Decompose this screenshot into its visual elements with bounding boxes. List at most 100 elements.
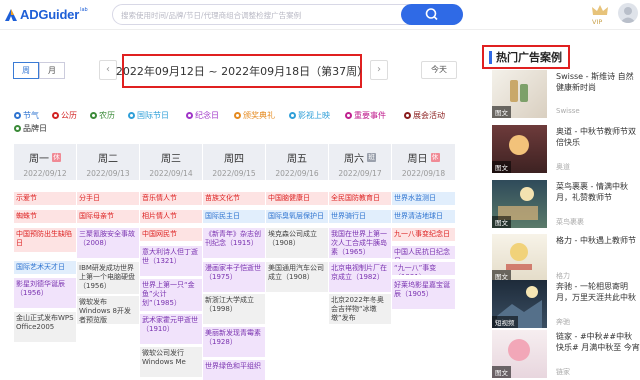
workday-badge: 班 [367,153,376,162]
event-item[interactable]: 中国脑健康日 [266,192,328,205]
case-title[interactable]: 格力 - 中秋遇上教师节 [556,235,640,246]
logo[interactable]: ADGuider lab [4,7,88,22]
event-item[interactable]: 三聚氰胺安全事故（2008） [77,228,139,258]
search-box[interactable]: 搜索使用时间/品牌/节日/代理商组合调整检搜广告案例 [112,4,463,25]
case-title[interactable]: 链家 - #中秋##中秋快乐# 月满中秋至 今宵 [556,331,640,353]
day-header[interactable]: 周五 2022/09/16 [266,144,328,180]
search-input[interactable]: 搜索使用时间/品牌/节日/代理商组合调整检搜广告案例 [121,10,301,21]
day-date: 2022/09/17 [338,169,382,178]
day-date: 2022/09/13 [86,169,130,178]
legend-dot-icon [234,112,241,119]
case-card[interactable]: 图文 格力 - 中秋遇上教师节 格力 [492,234,640,282]
event-item[interactable]: “九一八”事变（1931） [392,262,455,275]
event-item[interactable]: 漫画家丰子恺逝世（1975） [203,262,265,292]
legend-item[interactable]: 公历 [52,110,77,121]
event-item[interactable]: 新浙江大学成立（1998） [203,294,265,324]
day-header[interactable]: 周三 2022/09/14 [140,144,202,180]
event-item[interactable]: 世界骑行日 [329,210,391,223]
sidebar-title: 热门广告案例 [489,50,562,64]
vip-badge[interactable]: VIP [590,2,610,28]
day-date: 2022/09/12 [23,169,67,178]
today-button[interactable]: 今天 [421,61,457,79]
case-card[interactable]: 图文 菜鸟裹裹 - 情满中秋月，礼赞教师节 菜鸟裹裹 [492,180,640,228]
event-item[interactable]: 中国网民节 [140,228,202,241]
event-item[interactable]: 全民国防教育日 [329,192,391,205]
event-item[interactable]: 世界上第一只“金鱼”火计划”（1985） [140,279,202,311]
legend-label: 纪念日 [195,111,219,120]
week-view-button[interactable]: 周 [13,62,39,79]
event-item[interactable]: 国际民主日 [203,210,265,223]
event-item[interactable]: 九一八事变纪念日 [392,228,455,241]
event-item[interactable]: 微软公司发行Windows Me [140,347,202,377]
avatar[interactable] [618,3,638,23]
legend-item[interactable]: 节气 [14,110,39,121]
case-card[interactable]: 图文 链家 - #中秋##中秋快乐# 月满中秋至 今宵 链家 [492,330,640,378]
event-item[interactable]: 美丽新发现青霉素（1928） [203,327,265,357]
day-header[interactable]: 周六班 2022/09/17 [329,144,391,180]
event-item[interactable]: 北京电视制片厂在京成立（1982） [329,262,391,292]
case-title[interactable]: 奥道 - 中秋节教师节双倍快乐 [556,126,640,148]
event-item[interactable]: 金山正式发布WPS Office2005 [14,312,76,342]
event-item[interactable]: 分手日 [77,192,139,205]
legend-label: 颁奖典礼 [243,111,275,120]
user-icon [620,7,636,23]
legend-label: 影视上映 [298,111,330,120]
event-item[interactable]: 世界水监测日 [392,192,455,205]
legend-item[interactable]: 展会活动 [404,110,445,121]
prev-week-button[interactable]: ‹ [99,60,117,80]
legend-label: 展会活动 [413,111,445,120]
day-header[interactable]: 周四 2022/09/15 [203,144,265,180]
event-item[interactable]: 相片情人节 [140,210,202,223]
event-item[interactable]: 微软发布Windows 8开发者预览版 [77,296,139,324]
event-item[interactable]: 影星刘德华诞辰（1956） [14,278,76,308]
case-card[interactable]: 图文 Swisse - 斯维诗 自然健康新时尚 Swisse [492,70,640,118]
event-item[interactable]: IBM研发成功世界上第一个电脑硬盘（1956） [77,262,139,294]
month-view-button[interactable]: 月 [39,62,65,79]
event-item[interactable]: 苗族文化节 [203,192,265,205]
case-title[interactable]: 奔驰 - 一轮相思寄明月，万里天涯共此中秋 [556,281,640,303]
event-item[interactable]: 国际母亲节 [77,210,139,223]
event-item[interactable]: 国际艺术天才日 [14,261,76,274]
event-item[interactable]: 意大利诗人但丁逝世（1321） [140,246,202,276]
legend-item[interactable]: 品牌日 [14,123,47,134]
legend-dot-icon [345,112,352,119]
event-item[interactable]: 中国预防出生缺陷日 [14,228,76,252]
case-title[interactable]: 菜鸟裹裹 - 情满中秋月，礼赞教师节 [556,181,640,203]
day-header[interactable]: 周日休 2022/09/18 [392,144,455,180]
case-card[interactable]: 图文 奥道 - 中秋节教师节双倍快乐 奥道 [492,125,640,173]
event-item[interactable]: 国际臭氧层保护日 [266,210,328,223]
legend-item[interactable]: 影视上映 [289,110,330,121]
event-item[interactable]: 示爱节 [14,192,76,205]
legend-label: 重要事件 [354,111,386,120]
legend-item[interactable]: 国际节日 [128,110,169,121]
legend-label: 公历 [61,111,77,120]
case-title[interactable]: Swisse - 斯维诗 自然健康新时尚 [556,71,640,93]
day-name: 周日 [407,154,428,165]
event-item[interactable]: 蜘蛛节 [14,210,76,223]
holiday-badge: 休 [52,153,61,162]
legend-item[interactable]: 颁奖典礼 [234,110,275,121]
day-header[interactable]: 周二 2022/09/13 [77,144,139,180]
legend-item[interactable]: 重要事件 [345,110,386,121]
event-item[interactable]: 中国人民抗日纪念日 [392,246,455,259]
event-item[interactable]: 世界清洁地球日 [392,210,455,223]
event-item[interactable]: 武术家霍元甲逝世（1910） [140,314,202,344]
next-week-button[interactable]: › [370,60,388,80]
case-thumbnail: 图文 [492,180,547,228]
case-card[interactable]: 短视频 奔驰 - 一轮相思寄明月，万里天涯共此中秋 奔驰 [492,280,640,328]
day-header[interactable]: 周一休 2022/09/12 [14,144,76,180]
event-item[interactable]: 北京2022年冬奥会吉祥物“冰墩墩”发布 [329,294,391,324]
legend-dot-icon [128,112,135,119]
legend-item[interactable]: 农历 [90,110,115,121]
event-item[interactable]: 我国在世界上第一次人工合成牛胰岛素（1965） [329,228,391,258]
legend-item[interactable]: 纪念日 [186,110,219,121]
event-item[interactable]: 世界绿色和平组织 [203,360,265,380]
search-button[interactable] [401,4,463,25]
event-item[interactable]: 好莱坞影星嘉宝诞辰（1905） [392,279,455,309]
event-item[interactable]: 《新青年》杂志创刊纪念（1915） [203,228,265,258]
event-item[interactable]: 埃克森公司成立（1908） [266,228,328,258]
event-item[interactable]: 音乐情人节 [140,192,202,205]
case-type-tag: 短视频 [492,316,518,328]
event-item[interactable]: 美国通用汽车公司成立（1908） [266,262,328,292]
date-range-title: 2022年09月12日 ~ 2022年09月18日（第37周） [116,54,368,88]
